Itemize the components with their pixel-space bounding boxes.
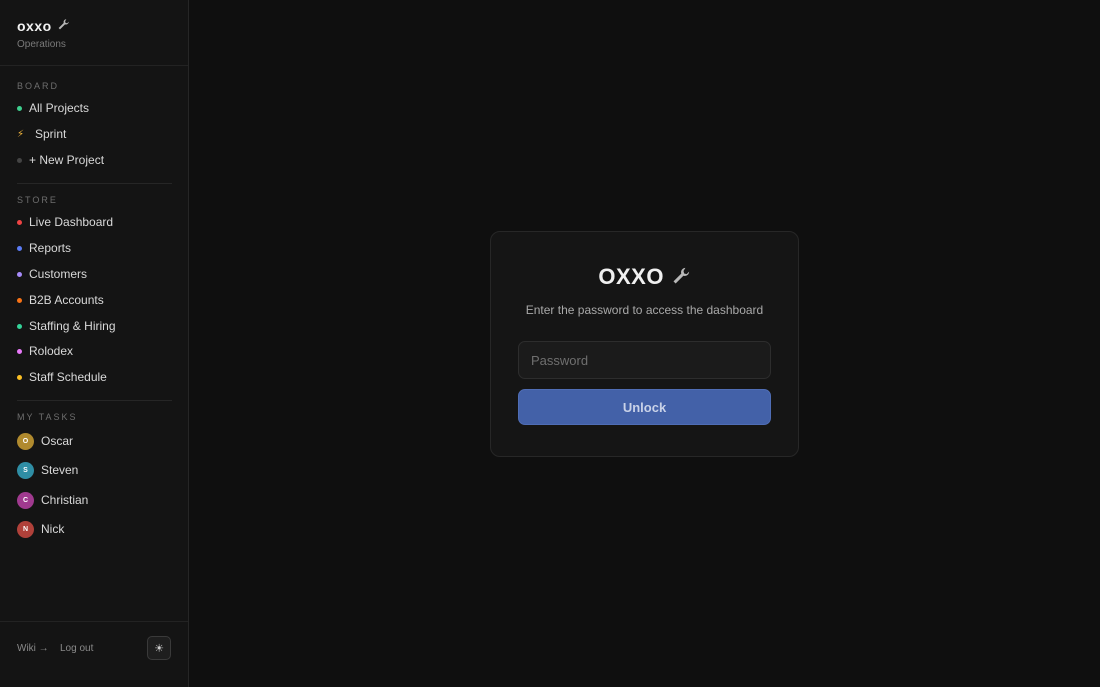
status-dot <box>17 157 22 163</box>
sidebar-item-staffing-hiring[interactable]: Staffing & Hiring <box>17 317 116 335</box>
brand-name: oxxo <box>17 18 52 34</box>
brand: oxxo Operations <box>17 18 70 50</box>
sidebar-item-staff-schedule[interactable]: Staff Schedule <box>17 368 107 386</box>
sidebar-item-label: All Projects <box>29 101 90 115</box>
avatar: S <box>17 461 34 479</box>
task-item-steven[interactable]: S Steven <box>17 461 78 479</box>
login-subtitle: Enter the password to access the dashboa… <box>525 303 764 317</box>
theme-toggle-button[interactable]: ☀ <box>147 636 171 660</box>
status-dot <box>17 219 22 225</box>
sidebar-item-new-project[interactable]: + New Project <box>17 151 104 169</box>
divider <box>0 65 188 66</box>
wrench-icon <box>57 18 70 34</box>
sidebar-item-label: B2B Accounts <box>29 293 104 307</box>
avatar: N <box>17 520 34 538</box>
login-card: OXXO Enter the password to access the da… <box>490 231 799 457</box>
sidebar-item-label: Customers <box>29 267 88 281</box>
wrench-icon <box>671 264 691 289</box>
status-dot <box>17 105 22 111</box>
task-item-nick[interactable]: N Nick <box>17 520 64 538</box>
task-item-label: Christian <box>41 493 89 507</box>
section-label-board: BOARD <box>17 81 60 91</box>
divider <box>0 621 188 622</box>
sidebar-item-label: Sprint <box>35 127 67 141</box>
password-input[interactable] <box>518 341 771 379</box>
status-dot <box>17 348 22 354</box>
section-label-store: STORE <box>17 195 58 205</box>
status-dot <box>17 271 22 277</box>
sidebar-item-label: + New Project <box>29 153 105 167</box>
task-item-label: Steven <box>41 463 79 477</box>
brand-subtitle: Operations <box>17 39 66 50</box>
task-item-label: Nick <box>41 522 65 536</box>
sidebar-item-all-projects[interactable]: All Projects <box>17 99 89 117</box>
avatar: C <box>17 491 34 509</box>
brand-title: oxxo <box>17 18 70 34</box>
divider <box>17 183 172 184</box>
sidebar-item-label: Staffing & Hiring <box>29 319 116 333</box>
task-item-christian[interactable]: C Christian <box>17 491 88 509</box>
logout-link[interactable]: Log out <box>60 643 93 654</box>
sidebar: oxxo Operations BOARD All Projects ⚡ Spr… <box>0 0 189 687</box>
sidebar-item-label: Live Dashboard <box>29 215 114 229</box>
sidebar-item-sprint[interactable]: ⚡ Sprint <box>17 125 66 143</box>
status-dot <box>17 374 22 380</box>
sidebar-item-label: Rolodex <box>29 344 74 358</box>
sidebar-item-label: Staff Schedule <box>29 370 107 384</box>
sidebar-item-rolodex[interactable]: Rolodex <box>17 342 73 360</box>
sidebar-item-b2b-accounts[interactable]: B2B Accounts <box>17 291 104 309</box>
sidebar-item-live-dashboard[interactable]: Live Dashboard <box>17 213 113 231</box>
app: oxxo Operations BOARD All Projects ⚡ Spr… <box>0 0 1100 687</box>
sidebar-item-label: Reports <box>29 241 72 255</box>
task-item-oscar[interactable]: O Oscar <box>17 432 73 450</box>
status-dot <box>17 297 22 303</box>
sidebar-item-reports[interactable]: Reports <box>17 239 71 257</box>
divider <box>17 400 172 401</box>
unlock-button[interactable]: Unlock <box>518 389 771 425</box>
status-dot <box>17 323 22 329</box>
status-dot <box>17 245 22 251</box>
sidebar-item-customers[interactable]: Customers <box>17 265 87 283</box>
logo-text: OXXO <box>598 264 664 289</box>
task-item-label: Oscar <box>41 434 74 448</box>
sun-icon: ☀ <box>154 642 164 655</box>
wiki-link[interactable]: Wiki → <box>17 643 49 654</box>
section-label-tasks: MY TASKS <box>17 412 78 422</box>
avatar: O <box>17 432 34 450</box>
lightning-icon: ⚡ <box>17 128 25 140</box>
login-logo: OXXO <box>491 264 798 290</box>
